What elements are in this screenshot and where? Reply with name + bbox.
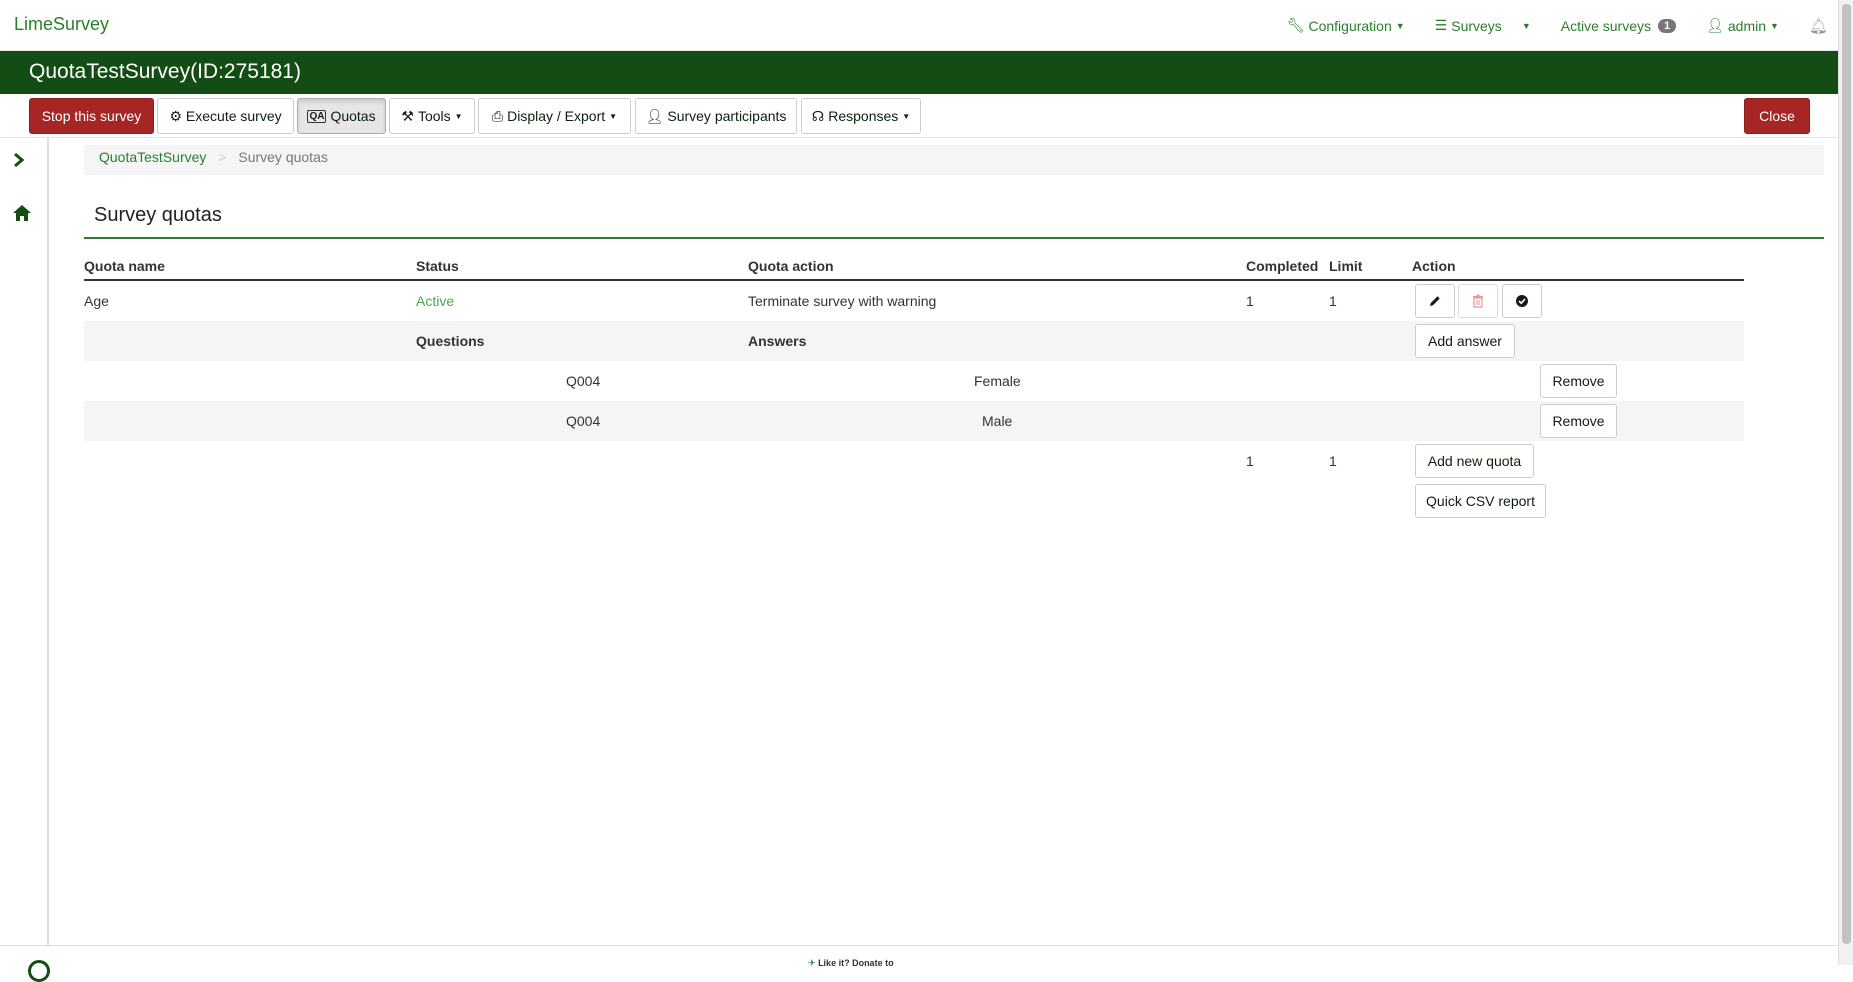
quota-completed: 1	[1246, 293, 1254, 309]
breadcrumb: QuotaTestSurvey > Survey quotas	[84, 145, 1824, 175]
surveys-menu[interactable]: ☰ Surveys ▼	[1435, 17, 1531, 34]
quota-name: Age	[84, 293, 109, 309]
top-nav-menu: 🔧︎ Configuration ▼ ☰ Surveys ▼ Active su…	[1287, 0, 1838, 51]
brand-logo[interactable]: LimeSurvey	[14, 14, 109, 35]
display-export-button[interactable]: ⎙ Display / Export ▼	[478, 98, 631, 134]
quotas-icon: QA	[307, 109, 327, 123]
donate-label: Like it? Donate to	[818, 958, 894, 968]
caret-down-icon[interactable]: ▼	[1522, 21, 1531, 31]
csv-row: Quick CSV report	[84, 481, 1744, 521]
survey-title: QuotaTestSurvey(ID:275181)	[29, 60, 301, 83]
responses-label: Responses	[828, 108, 899, 124]
survey-participants-label: Survey participants	[667, 108, 787, 124]
active-surveys-label: Active surveys	[1560, 17, 1651, 34]
answer-value: Male	[982, 413, 1013, 429]
configuration-label: Configuration	[1308, 17, 1392, 34]
side-menu	[0, 138, 49, 945]
chevron-right-icon[interactable]	[12, 152, 26, 168]
stop-survey-label: Stop this survey	[41, 108, 142, 124]
tools-icon: ⚒	[401, 107, 414, 124]
home-icon[interactable]	[12, 204, 32, 222]
gear-icon: ⚙	[169, 107, 182, 124]
title-divider	[84, 237, 1824, 239]
execute-survey-label: Execute survey	[185, 108, 282, 124]
page-title: Survey quotas	[94, 204, 222, 226]
total-completed: 1	[1246, 453, 1254, 469]
breadcrumb-current: Survey quotas	[238, 149, 328, 165]
stop-survey-button[interactable]: Stop this survey	[29, 98, 154, 134]
tools-label: Tools	[417, 108, 451, 124]
remove-answer-button[interactable]: Remove	[1540, 364, 1617, 398]
header-action: Action	[1412, 258, 1456, 274]
donate-link[interactable]: ✈ Like it? Donate to	[808, 958, 894, 969]
answers-header-row: Questions Answers Add answer	[84, 321, 1744, 361]
remove-answer-button[interactable]: Remove	[1540, 404, 1617, 438]
display-export-label: Display / Export	[507, 108, 606, 124]
configuration-menu[interactable]: 🔧︎ Configuration ▼	[1287, 17, 1405, 34]
survey-participants-button[interactable]: 👤︎ Survey participants	[635, 98, 797, 134]
quick-csv-report-button[interactable]: Quick CSV report	[1415, 484, 1546, 518]
close-label: Close	[1759, 108, 1795, 124]
pencil-icon	[1428, 294, 1442, 308]
header-limit: Limit	[1329, 258, 1363, 274]
donate-icon: ✈	[808, 958, 816, 968]
bell-icon[interactable]: 🔔︎	[1809, 17, 1828, 35]
answer-question-code: Q004	[566, 373, 601, 389]
user-icon: 👤︎	[645, 107, 664, 124]
responses-icon: ☊	[811, 107, 825, 124]
caret-down-icon: ▼	[1770, 20, 1779, 31]
page-scrollbar[interactable]	[1838, 0, 1853, 965]
caret-down-icon: ▼	[1395, 20, 1405, 31]
delete-quota-button[interactable]	[1458, 284, 1498, 318]
header-status: Status	[416, 258, 459, 274]
quotas-button[interactable]: QA Quotas	[297, 98, 386, 134]
breadcrumb-survey-link[interactable]: QuotaTestSurvey	[99, 149, 206, 165]
caret-down-icon: ▼	[454, 111, 463, 121]
quota-status: Active	[416, 293, 455, 309]
top-navbar: LimeSurvey 🔧︎ Configuration ▼ ☰ Surveys …	[0, 0, 1838, 51]
total-limit: 1	[1329, 453, 1337, 469]
limesurvey-footer-logo[interactable]	[28, 960, 50, 982]
user-icon: 👤︎	[1706, 17, 1724, 33]
questions-subheader: Questions	[416, 333, 485, 349]
answer-value: Female	[974, 373, 1021, 389]
breadcrumb-separator: >	[218, 149, 227, 165]
quota-row: Age Active Terminate survey with warning…	[84, 281, 1744, 321]
surveys-label: Surveys	[1451, 17, 1502, 34]
quota-limit: 1	[1329, 293, 1337, 309]
check-circle-icon	[1515, 294, 1529, 308]
active-surveys-link[interactable]: Active surveys 1	[1560, 17, 1677, 34]
caret-down-icon: ▼	[902, 111, 911, 121]
validate-quota-button[interactable]	[1502, 284, 1542, 318]
edit-quota-button[interactable]	[1415, 284, 1455, 318]
user-menu[interactable]: 👤︎ admin ▼	[1706, 17, 1779, 34]
add-answer-button[interactable]: Add answer	[1415, 324, 1515, 358]
user-label: admin	[1727, 17, 1767, 34]
answer-question-code: Q004	[566, 413, 601, 429]
trash-icon	[1472, 294, 1484, 308]
wrench-icon: 🔧︎	[1286, 17, 1305, 33]
survey-toolbar: Stop this survey ⚙ Execute survey QA Quo…	[0, 94, 1838, 138]
survey-title-bar: QuotaTestSurvey(ID:275181)	[0, 51, 1838, 94]
scrollbar-thumb[interactable]	[1842, 4, 1851, 944]
header-completed: Completed	[1246, 258, 1319, 274]
answer-row: Q004 Female Remove	[84, 361, 1744, 401]
list-icon: ☰	[1434, 17, 1448, 33]
quota-action: Terminate survey with warning	[748, 293, 937, 309]
quotas-label: Quotas	[330, 108, 376, 124]
caret-down-icon: ▼	[609, 111, 618, 121]
add-new-quota-button[interactable]: Add new quota	[1415, 444, 1534, 478]
responses-button[interactable]: ☊ Responses ▼	[801, 98, 921, 134]
footer: ✈ Like it? Donate to	[0, 945, 1838, 982]
active-surveys-count-badge: 1	[1657, 18, 1677, 33]
totals-row: 1 1 Add new quota	[84, 441, 1744, 481]
answer-row: Q004 Male Remove	[84, 401, 1744, 441]
close-button[interactable]: Close	[1744, 98, 1810, 134]
execute-survey-button[interactable]: ⚙ Execute survey	[157, 98, 294, 134]
answers-subheader: Answers	[748, 333, 807, 349]
header-quota-action: Quota action	[748, 258, 834, 274]
tools-button[interactable]: ⚒ Tools ▼	[389, 98, 475, 134]
export-icon: ⎙	[491, 107, 504, 124]
header-quota-name: Quota name	[84, 258, 165, 274]
